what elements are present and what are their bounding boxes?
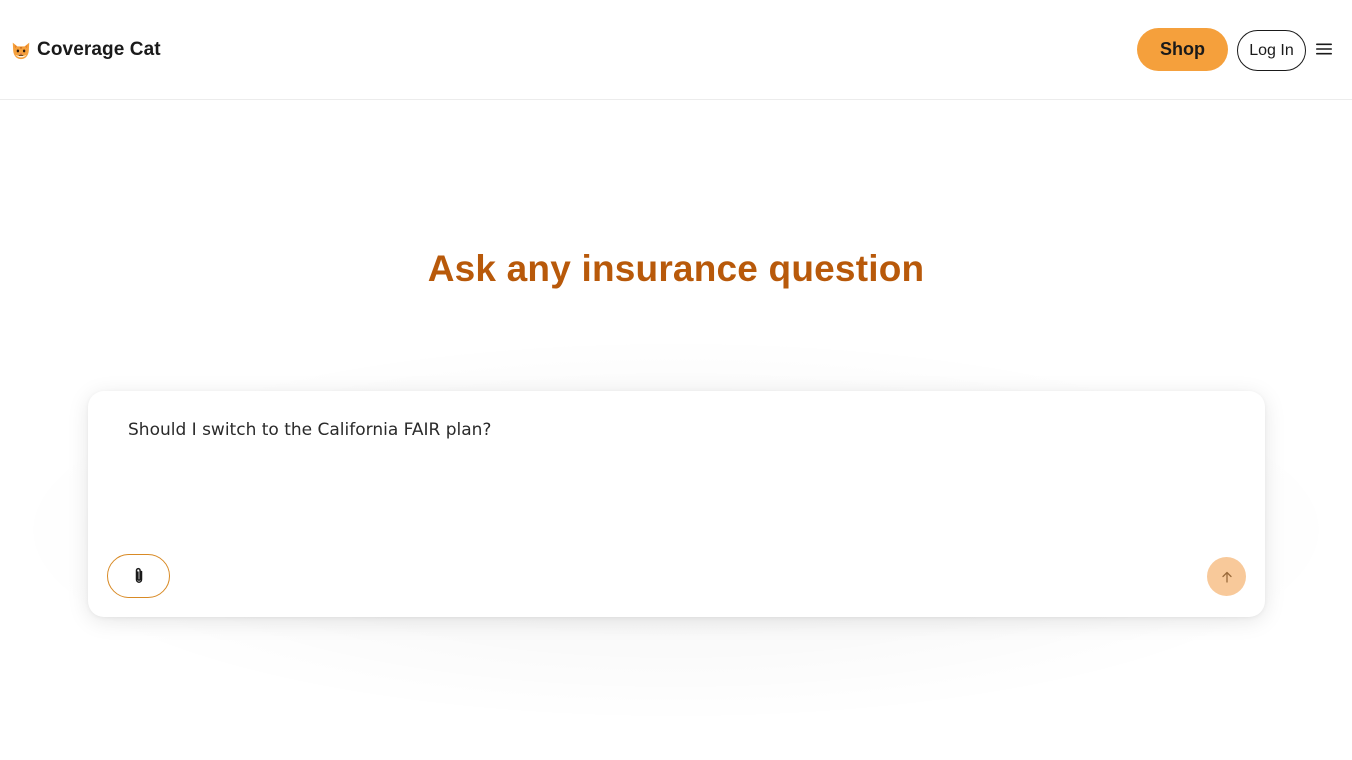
arrow-up-icon	[1221, 571, 1232, 583]
menu-button[interactable]	[1315, 40, 1333, 58]
paperclip-icon	[135, 567, 142, 583]
site-header: Coverage Cat Shop Log In	[0, 0, 1352, 100]
question-card: Should I switch to the California FAIR p…	[88, 391, 1265, 617]
brand-name: Coverage Cat	[37, 39, 161, 60]
brand-link[interactable]: Coverage Cat	[10, 37, 161, 63]
question-input[interactable]: Should I switch to the California FAIR p…	[128, 417, 1218, 537]
send-button[interactable]	[1207, 557, 1246, 596]
login-button[interactable]: Log In	[1237, 30, 1306, 71]
hamburger-menu-icon	[1316, 43, 1332, 55]
shop-button[interactable]: Shop	[1137, 28, 1228, 71]
cat-face-icon	[12, 42, 30, 60]
page-title: Ask any insurance question	[427, 248, 925, 289]
attach-button[interactable]	[107, 554, 170, 598]
